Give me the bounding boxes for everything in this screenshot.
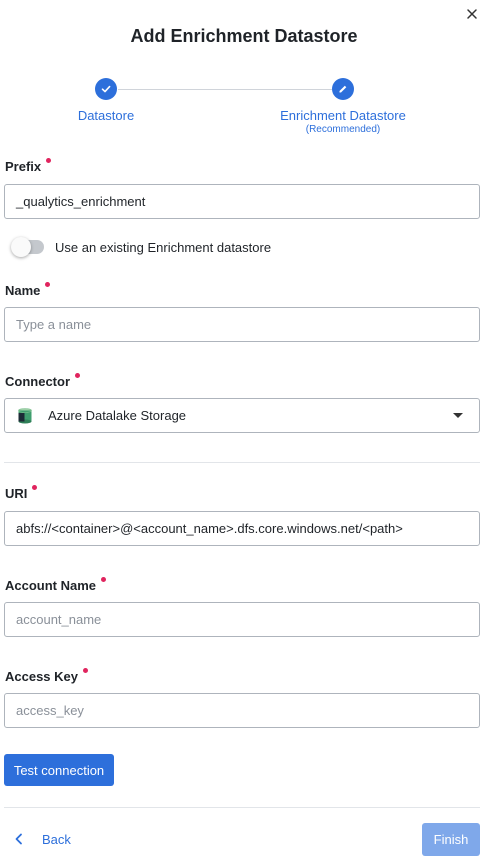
uri-label-row: URI [5,485,38,501]
prefix-label: Prefix [5,159,42,174]
use-existing-toggle[interactable] [11,237,44,257]
account-name-input[interactable]: account_name [4,602,480,637]
uri-label: URI [5,486,28,501]
stepper-connector-line [118,89,332,90]
close-icon [467,9,477,19]
section-divider [4,462,480,463]
dialog-title: Add Enrichment Datastore [130,26,358,46]
prefix-input[interactable]: _qualytics_enrichment [4,184,480,219]
required-indicator [101,577,107,582]
azure-datalake-icon [18,407,32,423]
close-button[interactable] [464,6,480,22]
required-indicator [32,485,38,490]
account-name-label-row: Account Name [5,577,107,593]
name-input[interactable]: Type a name [4,307,480,342]
step-datastore-label: Datastore [77,108,135,123]
check-icon [101,85,111,93]
uri-input[interactable]: abfs://<container>@<account_name>.dfs.co… [4,511,480,546]
back-button[interactable]: Back [14,828,71,850]
connector-value: Azure Datalake Storage [48,408,187,423]
prefix-label-row: Prefix [5,158,52,174]
name-label: Name [5,283,41,298]
connector-select[interactable]: Azure Datalake Storage [4,398,480,433]
chevron-left-icon [15,833,22,845]
required-indicator [46,158,52,163]
required-indicator [45,282,51,287]
access-key-label: Access Key [5,669,78,684]
toggle-knob [11,237,31,257]
access-key-label-row: Access Key [5,668,88,684]
access-key-input[interactable]: access_key [4,693,480,728]
step-enrichment-label: Enrichment Datastore [280,108,406,123]
footer-divider [4,807,480,808]
pencil-icon [339,85,347,93]
step-enrichment-indicator [332,78,354,100]
connector-label-row: Connector [5,373,80,389]
caret-down-icon [453,413,463,418]
stepper: Datastore Enrichment Datastore (Recommen… [0,78,488,138]
name-label-row: Name [5,282,51,298]
account-name-label: Account Name [5,578,97,593]
use-existing-label: Use an existing Enrichment datastore [55,240,272,255]
step-enrichment-sublabel: (Recommended) [305,124,381,135]
step-datastore-indicator [95,78,117,100]
required-indicator [83,668,88,673]
connector-label: Connector [5,374,70,389]
required-indicator [75,373,80,378]
finish-button[interactable]: Finish [422,823,480,856]
back-label: Back [42,831,71,847]
test-connection-button[interactable]: Test connection [4,754,114,786]
